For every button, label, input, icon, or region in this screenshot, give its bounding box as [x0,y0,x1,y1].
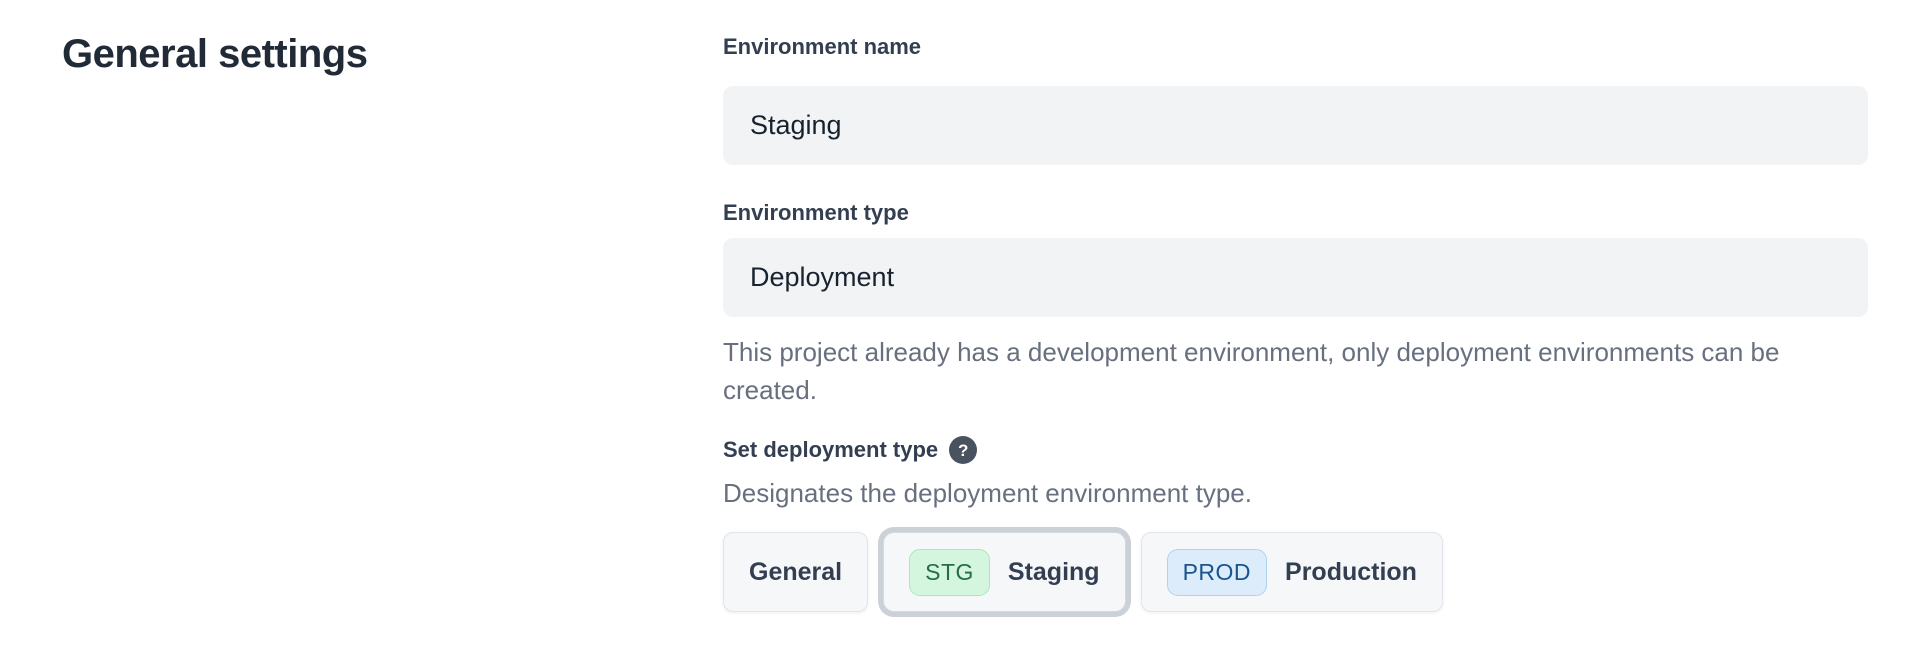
staging-badge: STG [909,549,990,596]
page-title: General settings [62,30,367,78]
deployment-type-option-general[interactable]: General [723,532,868,612]
deployment-type-field: Set deployment type ? Designates the dep… [723,436,1868,612]
deployment-type-option-production-label: Production [1285,558,1417,587]
deployment-type-option-staging[interactable]: STG Staging [883,532,1125,612]
settings-form: Environment name Environment type This p… [723,0,1868,612]
prod-badge: PROD [1167,549,1267,596]
deployment-type-option-staging-label: Staging [1008,558,1100,587]
deployment-type-option-general-label: General [749,558,842,587]
environment-name-label: Environment name [723,34,1868,60]
environment-name-field: Environment name [723,34,1868,165]
environment-type-field: Environment type This project already ha… [723,200,1868,409]
deployment-type-description: Designates the deployment environment ty… [723,474,1868,512]
environment-name-input[interactable] [723,86,1868,165]
environment-type-label: Environment type [723,200,1868,226]
deployment-type-option-production[interactable]: PROD Production [1141,532,1443,612]
question-mark-icon[interactable]: ? [949,436,977,464]
deployment-type-label: Set deployment type [723,437,938,463]
environment-type-input[interactable] [723,238,1868,317]
deployment-type-options: General STG Staging PROD Production [723,532,1868,612]
environment-type-help-text: This project already has a development e… [723,333,1868,409]
deployment-type-label-row: Set deployment type ? [723,436,1868,464]
